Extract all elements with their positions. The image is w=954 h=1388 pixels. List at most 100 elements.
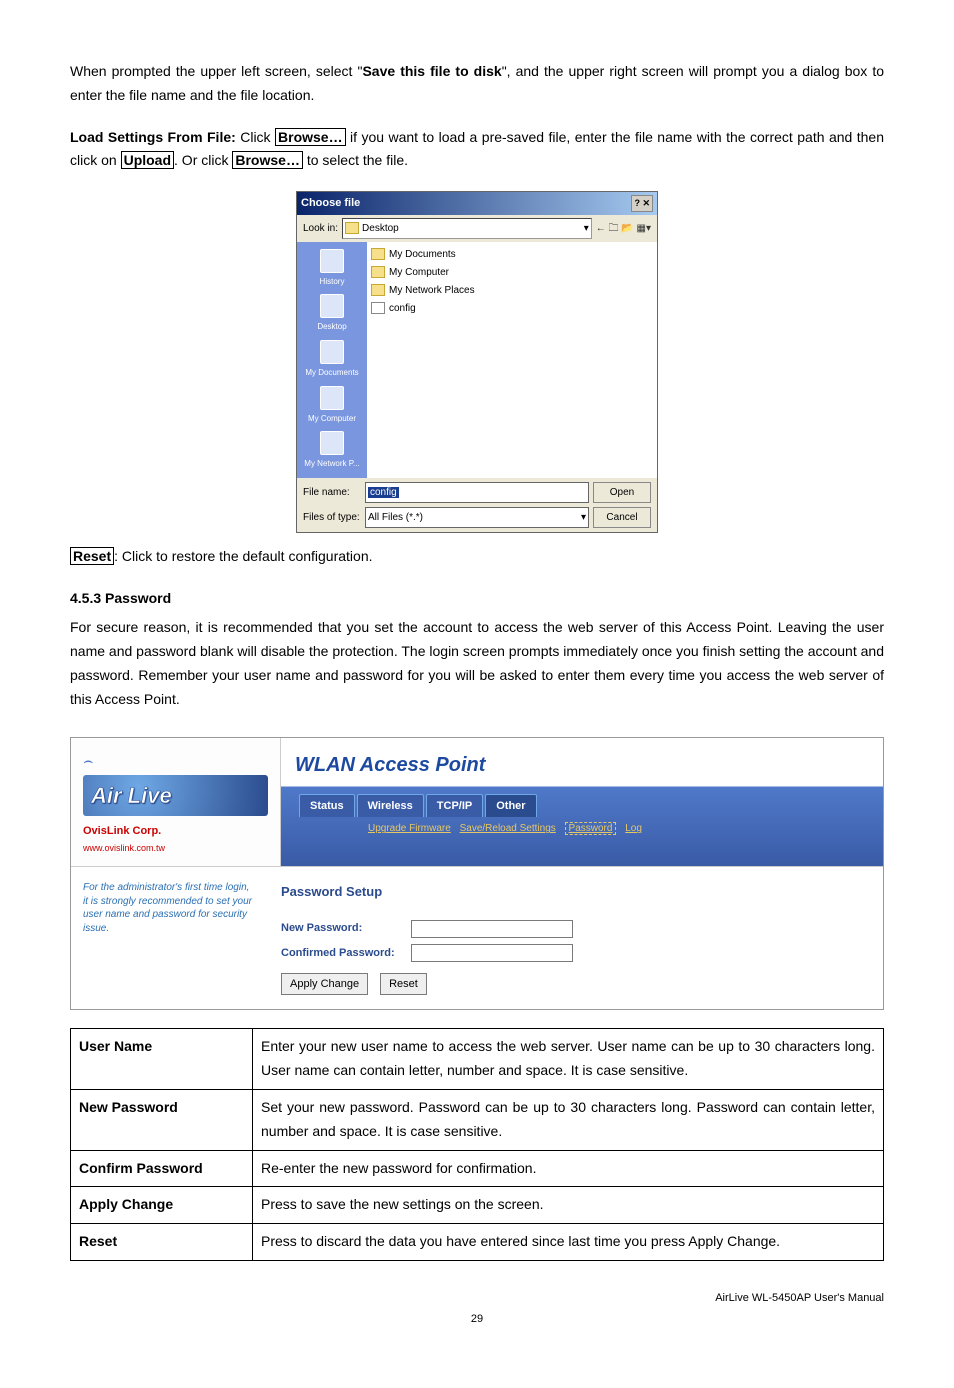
table-row: User NameEnter your new user name to acc… xyxy=(71,1029,884,1090)
subnav-save-reload[interactable]: Save/Reload Settings xyxy=(460,823,556,834)
reset-button-ref: Reset xyxy=(70,547,114,565)
reset-button[interactable]: Reset xyxy=(380,973,427,996)
brand-logo: Air Live xyxy=(91,783,172,808)
folder-icon xyxy=(371,248,385,260)
section-heading: 4.5.3 Password xyxy=(70,587,884,611)
sidebar-mydocs[interactable]: My Documents xyxy=(303,337,360,383)
filetype-value: All Files (*.*) xyxy=(368,509,423,526)
brand-url: www.ovislink.com.tw xyxy=(83,841,268,856)
browse-button-ref: Browse… xyxy=(275,128,346,146)
form-title: Password Setup xyxy=(281,881,867,903)
file-label: config xyxy=(389,300,416,317)
table-row: ResetPress to discard the data you have … xyxy=(71,1224,884,1261)
subnav-password[interactable]: Password xyxy=(565,822,617,835)
sidebar-network[interactable]: My Network P... xyxy=(302,428,361,474)
cell-val: Enter your new user name to access the w… xyxy=(253,1029,884,1090)
logo-column: ⌢ Air Live OvisLink Corp. www.ovislink.c… xyxy=(71,738,281,867)
network-icon xyxy=(320,431,344,455)
file-item[interactable]: My Documents xyxy=(371,246,653,263)
filename-label: File name: xyxy=(303,484,361,501)
file-label: My Network Places xyxy=(389,282,475,299)
confirm-password-input[interactable] xyxy=(411,944,573,962)
cell-val: Press to discard the data you have enter… xyxy=(253,1224,884,1261)
table-row: New PasswordSet your new password. Passw… xyxy=(71,1089,884,1150)
subnav: Upgrade Firmware Save/Reload Settings Pa… xyxy=(295,820,869,837)
places-sidebar: History Desktop My Documents My Computer… xyxy=(297,242,367,478)
tab-status[interactable]: Status xyxy=(299,794,355,818)
file-icon xyxy=(371,302,385,314)
filename-value: config xyxy=(368,487,399,498)
file-list[interactable]: My Documents My Computer My Network Plac… xyxy=(367,242,657,478)
dialog-toolbar: Look in: Desktop ▾ ← 🗀 📂 ▦▾ xyxy=(297,215,657,242)
upload-button-ref: Upload xyxy=(121,151,174,169)
sidebar-label: My Computer xyxy=(308,412,356,426)
help-text: For the administrator's first time login… xyxy=(71,867,265,1009)
new-password-input[interactable] xyxy=(411,920,573,938)
intro-para-1: When prompted the upper left screen, sel… xyxy=(70,60,884,108)
page-number: 29 xyxy=(70,1310,884,1329)
intro-para-2: Load Settings From File: Click Browse… i… xyxy=(70,126,884,174)
text: Click xyxy=(236,129,275,145)
computer-icon xyxy=(320,386,344,410)
file-label: My Documents xyxy=(389,246,456,263)
password-form: Password Setup New Password: Confirmed P… xyxy=(265,867,883,1009)
open-button[interactable]: Open xyxy=(593,482,651,503)
desktop-icon xyxy=(345,222,359,234)
history-icon xyxy=(320,249,344,273)
sidebar-desktop[interactable]: Desktop xyxy=(315,291,348,337)
table-row: Apply ChangePress to save the new settin… xyxy=(71,1187,884,1224)
load-settings-lead: Load Settings From File: xyxy=(70,129,236,145)
lookin-dropdown[interactable]: Desktop ▾ xyxy=(342,218,592,239)
cell-val: Press to save the new settings on the sc… xyxy=(253,1187,884,1224)
cancel-button[interactable]: Cancel xyxy=(593,507,651,528)
footer-text: AirLive WL-5450AP User's Manual xyxy=(70,1289,884,1308)
subnav-upgrade[interactable]: Upgrade Firmware xyxy=(368,823,451,834)
subnav-log[interactable]: Log xyxy=(625,823,642,834)
confirm-password-label: Confirmed Password: xyxy=(281,944,401,963)
sidebar-label: History xyxy=(320,275,345,289)
sidebar-mycomputer[interactable]: My Computer xyxy=(306,383,358,429)
file-item[interactable]: My Network Places xyxy=(371,282,653,299)
text: to select the file. xyxy=(303,152,408,168)
lookin-value: Desktop xyxy=(362,220,399,237)
sidebar-history[interactable]: History xyxy=(318,246,347,292)
folder-icon xyxy=(320,340,344,364)
reset-text: : Click to restore the default configura… xyxy=(114,548,372,564)
cell-key: Confirm Password xyxy=(71,1150,253,1187)
sidebar-label: My Documents xyxy=(305,366,358,380)
text: . Or click xyxy=(174,152,232,168)
brand-corp: OvisLink Corp. xyxy=(83,822,268,841)
file-label: My Computer xyxy=(389,264,449,281)
cell-key: New Password xyxy=(71,1089,253,1150)
panel-title: WLAN Access Point xyxy=(295,748,869,782)
cell-val: Set your new password. Password can be u… xyxy=(253,1089,884,1150)
choose-file-dialog: Choose file ? ✕ Look in: Desktop ▾ ← 🗀 📂… xyxy=(296,191,658,533)
browse-button-ref-2: Browse… xyxy=(232,151,303,169)
tab-wireless[interactable]: Wireless xyxy=(357,794,424,818)
lookin-label: Look in: xyxy=(303,220,338,237)
window-buttons[interactable]: ? ✕ xyxy=(631,195,653,212)
section-body: For secure reason, it is recommended tha… xyxy=(70,616,884,711)
router-password-panel: ⌢ Air Live OvisLink Corp. www.ovislink.c… xyxy=(70,737,884,1011)
file-item[interactable]: My Computer xyxy=(371,264,653,281)
network-icon xyxy=(371,284,385,296)
filetype-dropdown[interactable]: All Files (*.*)▾ xyxy=(365,507,589,528)
cell-key: Reset xyxy=(71,1224,253,1261)
file-item[interactable]: config xyxy=(371,300,653,317)
desktop-icon xyxy=(320,294,344,318)
tab-bar: Status Wireless TCP/IP Other xyxy=(299,794,869,818)
tab-other[interactable]: Other xyxy=(485,794,536,818)
cell-val: Re-enter the new password for confirmati… xyxy=(253,1150,884,1187)
save-to-disk-bold: Save this file to disk xyxy=(362,63,501,79)
apply-change-button[interactable]: Apply Change xyxy=(281,973,368,996)
cell-key: User Name xyxy=(71,1029,253,1090)
text: When prompted the upper left screen, sel… xyxy=(70,63,362,79)
filename-input[interactable]: config xyxy=(365,482,589,503)
toolbar-icons[interactable]: ← 🗀 📂 ▦▾ xyxy=(596,220,651,237)
dialog-title: Choose file xyxy=(301,194,360,213)
tab-tcpip[interactable]: TCP/IP xyxy=(426,794,483,818)
computer-icon xyxy=(371,266,385,278)
cell-key: Apply Change xyxy=(71,1187,253,1224)
dialog-titlebar: Choose file ? ✕ xyxy=(297,192,657,215)
table-row: Confirm PasswordRe-enter the new passwor… xyxy=(71,1150,884,1187)
